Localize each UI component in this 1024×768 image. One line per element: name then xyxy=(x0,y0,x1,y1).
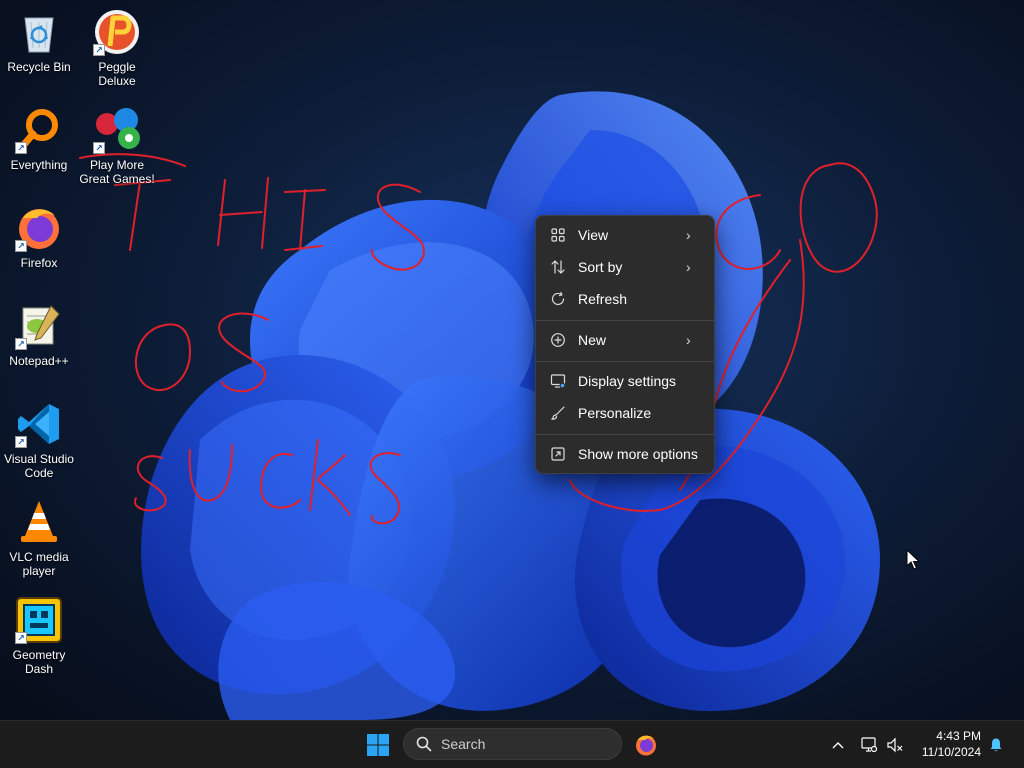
menu-item-label: Sort by xyxy=(578,259,623,275)
desktop-icon-firefox[interactable]: ↗ Firefox xyxy=(0,204,78,270)
shortcut-arrow-icon: ↗ xyxy=(15,142,27,154)
display-settings-icon xyxy=(549,372,567,390)
show-hidden-icons-button[interactable] xyxy=(828,735,848,755)
personalize-brush-icon xyxy=(549,404,567,422)
menu-item-personalize[interactable]: Personalize xyxy=(540,398,710,428)
desktop-icon-label: VLC media player xyxy=(9,550,69,578)
menu-item-show-more-options[interactable]: Show more options xyxy=(540,439,710,469)
menu-item-label: Display settings xyxy=(578,373,677,389)
desktop-icon-label: Play More Great Games! xyxy=(79,158,155,186)
taskbar-firefox-button[interactable] xyxy=(630,729,662,761)
menu-item-refresh[interactable]: Refresh xyxy=(540,284,710,314)
volume-status-button[interactable] xyxy=(885,735,905,755)
shortcut-arrow-icon: ↗ xyxy=(15,338,27,350)
menu-item-sort-by[interactable]: Sort by › xyxy=(540,252,710,282)
volume-muted-icon xyxy=(887,737,903,753)
view-grid-icon xyxy=(549,226,567,244)
taskbar: Search 4:43 PM 11/10/2024 xyxy=(0,720,1024,768)
shortcut-arrow-icon: ↗ xyxy=(15,436,27,448)
menu-item-label: Personalize xyxy=(578,405,652,421)
shortcut-arrow-icon: ↗ xyxy=(15,240,27,252)
shortcut-arrow-icon: ↗ xyxy=(93,44,105,56)
desktop-icon-label: Peggle Deluxe xyxy=(98,60,136,88)
recycle-bin-icon xyxy=(24,17,54,53)
clock-time: 4:43 PM xyxy=(936,729,981,743)
show-more-options-icon xyxy=(549,445,567,463)
desktop-context-menu: View › Sort by › Refresh New › Display s… xyxy=(535,215,715,474)
desktop-icon-label: Notepad++ xyxy=(9,354,69,368)
chevron-right-icon: › xyxy=(686,332,691,348)
windows-logo-icon xyxy=(367,734,389,756)
desktop-icon-label: Geometry Dash xyxy=(12,648,66,676)
menu-item-label: View xyxy=(578,227,609,243)
vlc-icon xyxy=(21,501,57,542)
menu-item-label: New xyxy=(578,332,607,348)
bell-icon xyxy=(990,738,1002,752)
desktop-icon-vlc[interactable]: VLC media player xyxy=(0,498,78,578)
network-status-button[interactable] xyxy=(859,735,879,755)
menu-separator xyxy=(536,361,714,362)
desktop[interactable]: Recycle Bin ↗ Peggle Deluxe ↗ Everything xyxy=(0,0,1024,720)
taskbar-clock[interactable]: 4:43 PM 11/10/2024 xyxy=(922,728,981,760)
desktop-icon-recycle-bin[interactable]: Recycle Bin xyxy=(0,8,78,74)
menu-item-label: Show more options xyxy=(578,446,698,462)
refresh-icon xyxy=(549,290,567,308)
clock-date: 11/10/2024 xyxy=(921,745,981,759)
network-icon xyxy=(861,737,878,753)
search-icon xyxy=(416,736,432,752)
chevron-right-icon: › xyxy=(686,227,691,243)
new-plus-icon xyxy=(549,331,567,349)
shortcut-arrow-icon: ↗ xyxy=(15,632,27,644)
search-placeholder: Search xyxy=(441,736,486,752)
sort-icon xyxy=(549,258,567,276)
desktop-icon-peggle[interactable]: ↗ Peggle Deluxe xyxy=(78,8,156,88)
menu-separator xyxy=(536,434,714,435)
desktop-icon-notepad-plus-plus[interactable]: ↗ Notepad++ xyxy=(0,302,78,368)
desktop-icon-play-more-games[interactable]: ↗ Play More Great Games! xyxy=(78,106,156,186)
desktop-icon-label: Firefox xyxy=(20,256,58,270)
mouse-cursor-icon xyxy=(906,549,920,570)
chevron-up-icon xyxy=(832,742,844,749)
menu-separator xyxy=(536,320,714,321)
menu-item-display-settings[interactable]: Display settings xyxy=(540,366,710,396)
chevron-right-icon: › xyxy=(686,259,691,275)
shortcut-arrow-icon: ↗ xyxy=(93,142,105,154)
menu-item-new[interactable]: New › xyxy=(540,325,710,355)
menu-item-label: Refresh xyxy=(578,291,628,307)
desktop-icon-label: Recycle Bin xyxy=(7,60,71,74)
taskbar-search-box[interactable]: Search xyxy=(403,728,622,760)
firefox-icon xyxy=(636,735,656,756)
menu-item-view[interactable]: View › xyxy=(540,220,710,250)
notifications-button[interactable] xyxy=(986,735,1006,755)
desktop-icon-label: Everything xyxy=(10,158,68,172)
desktop-icon-geometry-dash[interactable]: ↗ Geometry Dash xyxy=(0,596,78,676)
desktop-icon-label: Visual Studio Code xyxy=(4,452,74,480)
desktop-icon-vscode[interactable]: ↗ Visual Studio Code xyxy=(0,400,78,480)
start-button[interactable] xyxy=(362,729,394,761)
desktop-icon-everything[interactable]: ↗ Everything xyxy=(0,106,78,172)
